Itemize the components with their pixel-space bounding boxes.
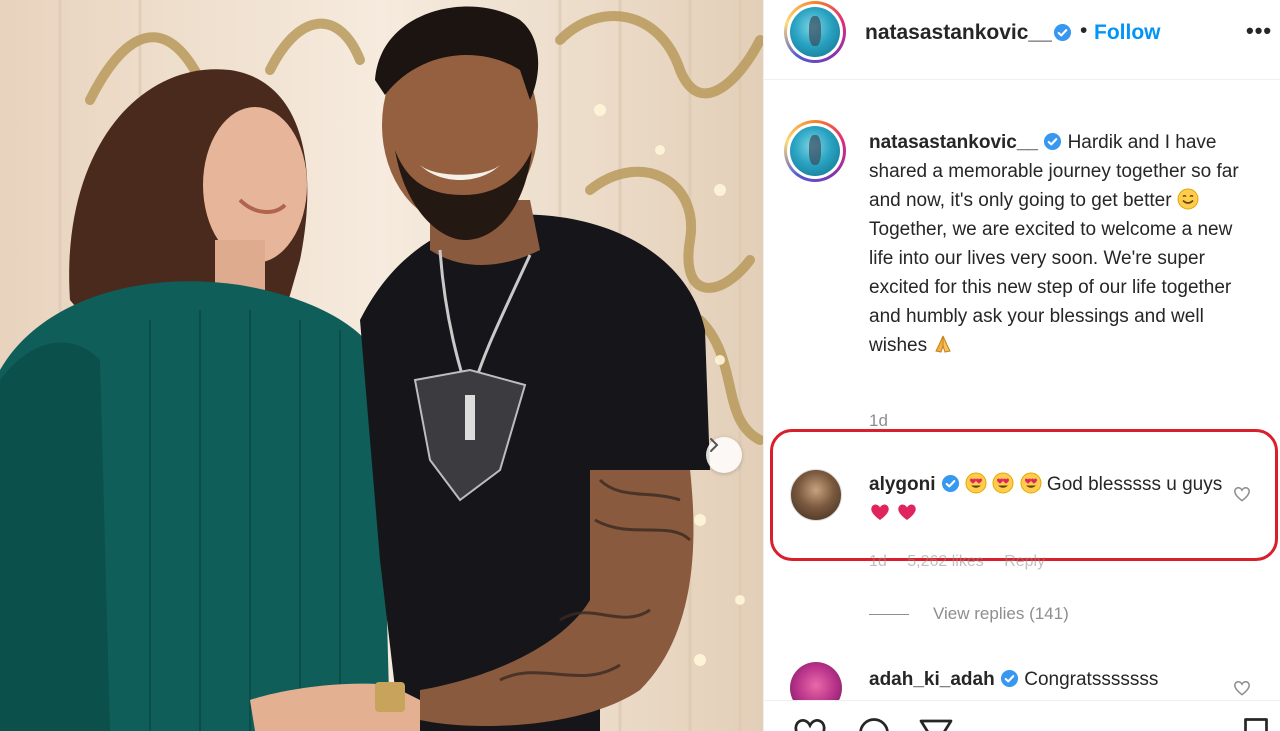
- verified-badge-icon: [1000, 669, 1019, 688]
- comment-avatar[interactable]: [790, 469, 842, 521]
- photo-illustration: [0, 0, 763, 731]
- verified-badge-icon: [941, 474, 959, 493]
- comment-body: God blesssss u guys: [1046, 474, 1223, 495]
- smiling-face-emoji-icon: [1177, 188, 1199, 210]
- heart-eyes-emoji-icon: [992, 472, 1014, 494]
- save-bookmark-icon[interactable]: [1238, 715, 1274, 731]
- caption-text-part2: Together, we are excited to welcome a ne…: [869, 219, 1233, 356]
- comment-meta: 1d 5,262 likes Reply: [869, 553, 1061, 571]
- post-photo: [0, 0, 763, 731]
- post-caption: natasastankovic__ Hardik and I have shar…: [869, 128, 1254, 360]
- comment-time: 1d: [869, 553, 887, 570]
- verified-badge-icon: [1053, 23, 1072, 42]
- follow-button[interactable]: Follow: [1094, 21, 1161, 45]
- comment-likes[interactable]: 5,262 likes: [907, 553, 984, 570]
- author-username[interactable]: natasastankovic__: [865, 21, 1052, 45]
- share-paper-plane-icon[interactable]: [916, 715, 956, 731]
- comment-username[interactable]: alygoni: [869, 474, 936, 495]
- more-options-button[interactable]: •••: [1246, 18, 1272, 44]
- like-comment-heart-icon[interactable]: [1232, 484, 1252, 504]
- caption-avatar[interactable]: [784, 120, 846, 182]
- author-avatar[interactable]: [784, 1, 846, 63]
- like-heart-icon[interactable]: [790, 715, 830, 731]
- comment-item: alygoni God blesssss u guys: [869, 470, 1239, 528]
- verified-badge-icon: [1044, 132, 1062, 151]
- view-replies-button[interactable]: View replies (141): [869, 604, 1069, 624]
- comment-body: Congratsssssss: [1024, 669, 1159, 690]
- folded-hands-emoji-icon: [935, 335, 952, 353]
- comment-username[interactable]: adah_ki_adah: [869, 669, 995, 690]
- post-action-bar: [764, 700, 1280, 731]
- view-replies-label: View replies (141): [933, 604, 1069, 623]
- comment-item: adah_ki_adah Congratsssssss: [869, 669, 1158, 691]
- header-separator: •: [1080, 19, 1088, 42]
- post-header: natasastankovic__ • Follow •••: [764, 0, 1280, 80]
- heart-eyes-emoji-icon: [965, 472, 987, 494]
- heart-eyes-emoji-icon: [1020, 472, 1042, 494]
- red-heart-emoji-icon: [871, 504, 889, 520]
- like-comment-heart-icon[interactable]: [1232, 678, 1252, 698]
- divider-line: [869, 613, 909, 615]
- caption-username[interactable]: natasastankovic__: [869, 132, 1038, 153]
- caption-timestamp: 1d: [869, 411, 888, 430]
- red-heart-emoji-icon: [898, 504, 917, 520]
- reply-button[interactable]: Reply: [1004, 553, 1045, 570]
- post-side-panel: natasastankovic__ • Follow ••• natasasta…: [763, 0, 1280, 731]
- chevron-right-icon: [710, 438, 719, 452]
- next-image-button[interactable]: [706, 437, 742, 473]
- comment-bubble-icon[interactable]: [854, 715, 894, 731]
